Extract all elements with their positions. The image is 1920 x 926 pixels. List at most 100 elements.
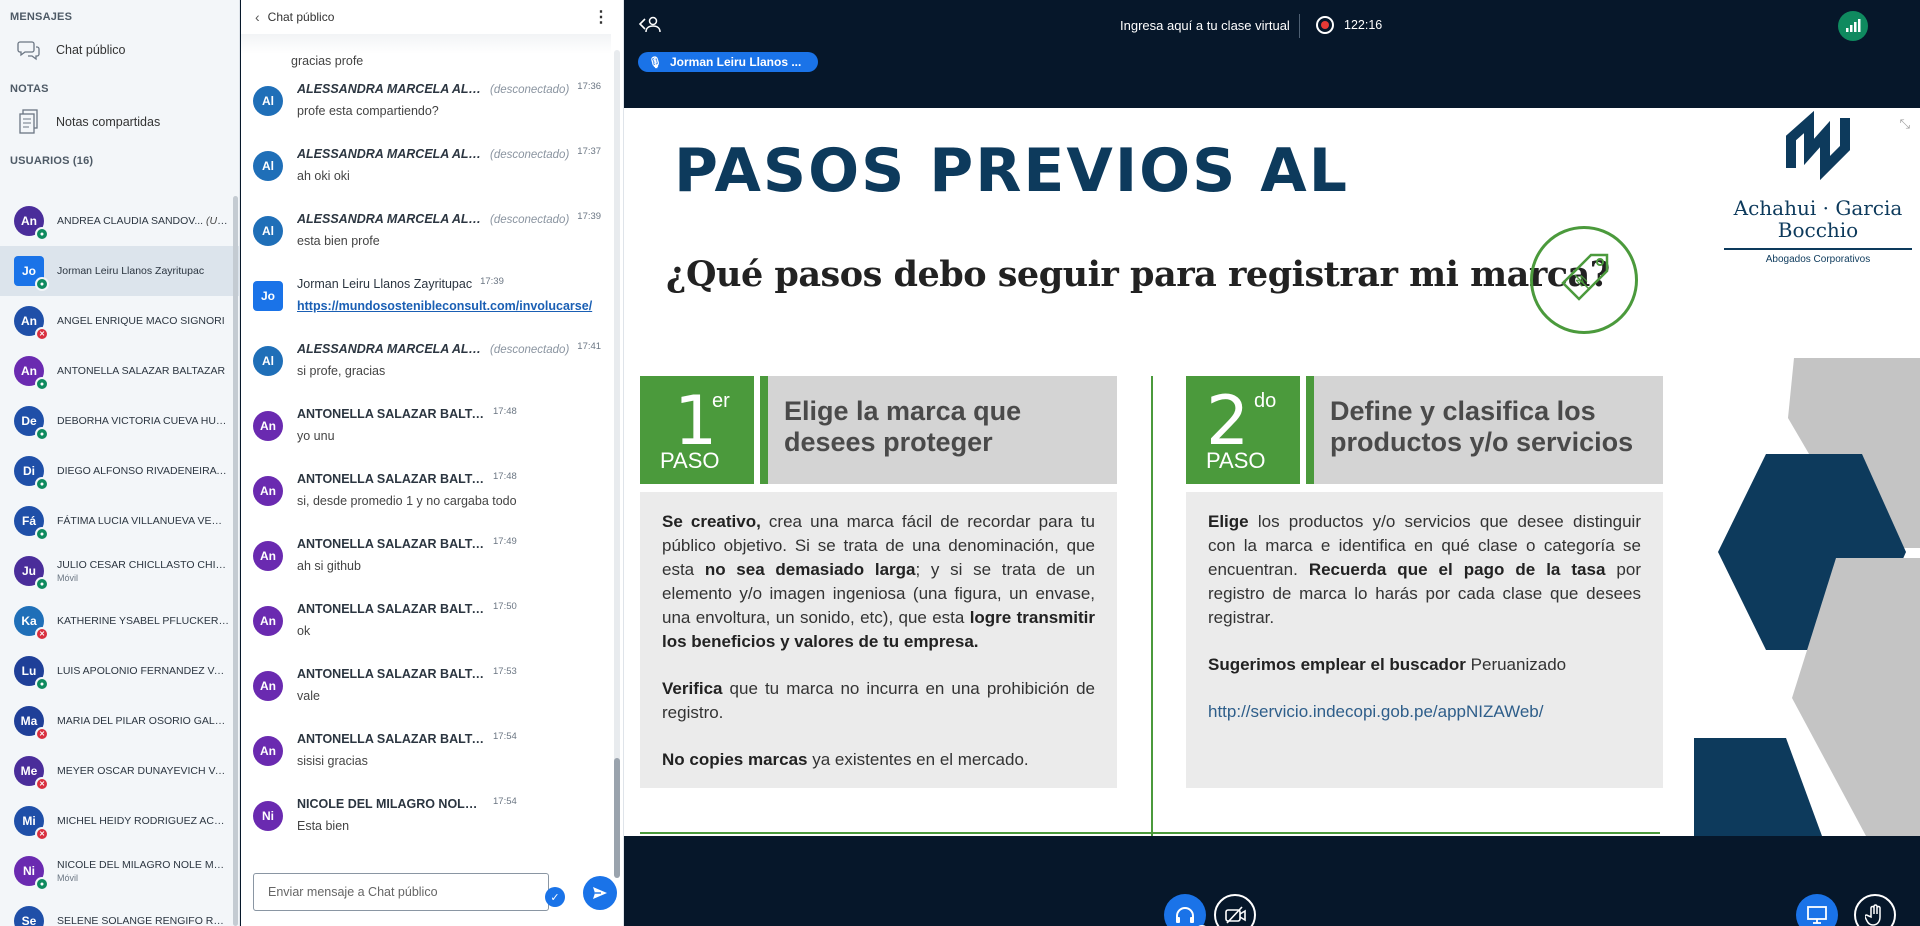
record-icon[interactable] (1316, 16, 1334, 34)
user-list-item[interactable]: Di ● DIEGO ALFONSO RIVADENEIRA TU... (0, 446, 239, 496)
user-list-item[interactable]: Mi ✕ MICHEL HEIDY RODRIGUEZ ACCOS... (0, 796, 239, 846)
user-list-item[interactable]: Fá ● FÁTIMA LUCIA VILLANUEVA VENEG... (0, 496, 239, 546)
user-name: MICHEL HEIDY RODRIGUEZ ACCOS... (57, 815, 229, 827)
mic-on-icon: ● (35, 427, 49, 441)
chat-scrollbar-thumb[interactable] (614, 758, 620, 878)
user-list-item[interactable]: Me✕ MEYER OSCAR DUNAYEVICH VARGAS (0, 746, 239, 796)
message-time: 17:54 (493, 796, 517, 807)
avatar: Fá ● (14, 506, 49, 541)
user-name: DIEGO ALFONSO RIVADENEIRA TU... (57, 465, 229, 477)
message-link[interactable]: https://mundosostenibleconsult.com/invol… (297, 299, 592, 313)
user-name: FÁTIMA LUCIA VILLANUEVA VENEG... (57, 515, 229, 527)
chat-messages: Al ALESSANDRA MARCELA ALEJO... (desconecta… (241, 74, 611, 854)
public-chat-nav[interactable]: Chat público (0, 28, 239, 72)
avatar-initials: Me (20, 764, 38, 778)
send-icon (593, 887, 607, 899)
avatar: Ni (253, 801, 283, 831)
message-time: 17:48 (493, 471, 517, 482)
mic-on-icon: ● (35, 527, 49, 541)
user-list-item[interactable]: Ma ✕ MARIA DEL PILAR OSORIO GALARZA (0, 696, 239, 746)
avatar-initials: An (21, 314, 37, 328)
user-list-item[interactable]: Se● SELENE SOLANGE RENGIFO RAMIR... (0, 896, 239, 926)
microphone-icon: 🎙 (648, 56, 662, 69)
chat-panel: ‹ Chat público ⋮ gracias profe Al ALESSAN… (241, 0, 624, 926)
user-list-item[interactable]: Ka ✕ KATHERINE YSABEL PFLUCKER GU... (0, 596, 239, 646)
message-sender: Jorman Leiru Llanos Zayritupac (297, 277, 473, 291)
avatar: An (253, 736, 283, 766)
video-button[interactable] (1214, 894, 1256, 926)
message-sender: ALESSANDRA MARCELA ALEJO... (297, 212, 485, 226)
action-bar: ▾ (624, 836, 1920, 926)
firm-logo-subtitle: Abogados Corporativos (1765, 254, 1871, 265)
message-text: esta bien profe (297, 234, 380, 248)
headphones-icon (1176, 907, 1194, 923)
avatar: An ● (14, 356, 49, 391)
chat-message: Al ALESSANDRA MARCELA ALEJO... (desconecta… (241, 139, 611, 204)
chat-message: Al ALESSANDRA MARCELA ALEJO... (desconecta… (241, 204, 611, 269)
avatar: Jo ● (14, 256, 49, 291)
avatar: Jo (253, 281, 283, 311)
user-list-item[interactable]: De ● DEBORHA VICTORIA CUEVA HUAPA... (0, 396, 239, 446)
message-sender: ANTONELLA SALAZAR BALTAZAR (297, 537, 485, 551)
chat-message: An ANTONELLA SALAZAR BALTAZAR 17:53 vale (241, 659, 611, 724)
signal-bars-icon[interactable] (1838, 11, 1868, 41)
message-sender: ANTONELLA SALAZAR BALTAZAR (297, 732, 485, 746)
camera-off-icon (1225, 906, 1246, 924)
presentation-slide: ⤡ PASOS PREVIOS AL ¿Qué pasos debo segui… (624, 108, 1920, 836)
user-list-item[interactable]: Lu ● LUIS APOLONIO FERNANDEZ VARG... (0, 646, 239, 696)
chat-message: Al ALESSANDRA MARCELA ALEJO... (desconecta… (241, 334, 611, 399)
user-list-item[interactable]: Ni ● NICOLE DEL MILAGRO NOLE MEDINA Móvil (0, 846, 239, 896)
avatar-initials: Ma (20, 714, 38, 728)
avatar-initials: Lu (21, 664, 37, 678)
user-name: ANDREA CLAUDIA SANDOV... (Usted) (57, 215, 229, 227)
message-time: 17:53 (493, 666, 517, 677)
message-time: 17:49 (493, 536, 517, 547)
shared-notes-nav[interactable]: Notas compartidas (0, 100, 239, 144)
chat-title[interactable]: Chat público (268, 10, 335, 24)
chat-message-input[interactable]: Enviar mensaje a Chat público (253, 873, 549, 911)
raise-hand-button[interactable] (1854, 894, 1896, 926)
user-list-item[interactable]: Ju ● JULIO CESAR CHICLLASTO CHIPANA Móvil (0, 546, 239, 596)
toggle-userlist-icon[interactable] (638, 14, 662, 39)
avatar: An (253, 671, 283, 701)
chat-scrollbar[interactable] (614, 50, 620, 878)
send-button[interactable] (583, 876, 617, 910)
user-list-item[interactable]: An● ANDREA CLAUDIA SANDOV... (Usted) (0, 196, 239, 246)
message-time: 17:50 (493, 601, 517, 612)
meeting-topbar: Ingresa aquí a tu clase virtual 122:16 (624, 0, 1920, 52)
avatar-initials: Mi (22, 814, 36, 828)
notes-icon (16, 109, 42, 135)
more-options-icon[interactable]: ⋮ (593, 7, 609, 27)
user-list-item[interactable]: An ● ANTONELLA SALAZAR BALTAZAR (0, 346, 239, 396)
message-sender: ANTONELLA SALAZAR BALTAZAR (297, 602, 485, 616)
chevron-left-icon[interactable]: ‹ (255, 9, 260, 25)
user-list-scrollbar[interactable] (233, 196, 238, 926)
message-time: 17:37 (577, 146, 602, 157)
firm-logo: Achahui · Garcia Bocchio Abogados Corpor… (1718, 108, 1918, 265)
user-name: SELENE SOLANGE RENGIFO RAMIR... (57, 915, 229, 926)
message-sender: ALESSANDRA MARCELA ALEJO... (297, 342, 485, 356)
presentation-button[interactable] (1796, 894, 1838, 926)
user-list-item[interactable]: An ✕ ANGEL ENRIQUE MACO SIGNORI (0, 296, 239, 346)
user-list-item[interactable]: Jo ● Jorman Leiru Llanos Zayritupac (0, 246, 239, 296)
avatar-initials: Se (21, 914, 37, 926)
mic-muted-icon: ✕ (35, 727, 49, 741)
message-text: si, desde promedio 1 y no cargaba todo (297, 494, 517, 508)
message-sender: ALESSANDRA MARCELA ALEJO... (297, 82, 485, 96)
slide-subtitle: ¿Qué pasos debo seguir para registrar mi… (666, 254, 1610, 295)
avatar-initials: An (21, 364, 37, 378)
message-text: Esta bien (297, 819, 350, 833)
mic-muted-icon: ✕ (35, 627, 49, 641)
message-time: 17:54 (493, 731, 517, 742)
message-time: 17:48 (493, 406, 517, 417)
message-text: sisisi gracias (297, 754, 368, 768)
avatar-initials: Ka (21, 614, 37, 628)
indecopi-link[interactable]: http://servicio.indecopi.gob.pe/appNIZAW… (1208, 702, 1543, 721)
message-text: profe esta compartiendo? (297, 104, 439, 118)
message-text: si profe, gracias (297, 364, 386, 378)
avatar: Al (253, 86, 283, 116)
app-root: MENSAJES Chat público NOTAS Notas compar… (0, 0, 1920, 926)
message-time: 17:36 (577, 81, 602, 92)
audio-button[interactable]: ▾ (1164, 894, 1209, 926)
slide-divider (1151, 376, 1153, 836)
